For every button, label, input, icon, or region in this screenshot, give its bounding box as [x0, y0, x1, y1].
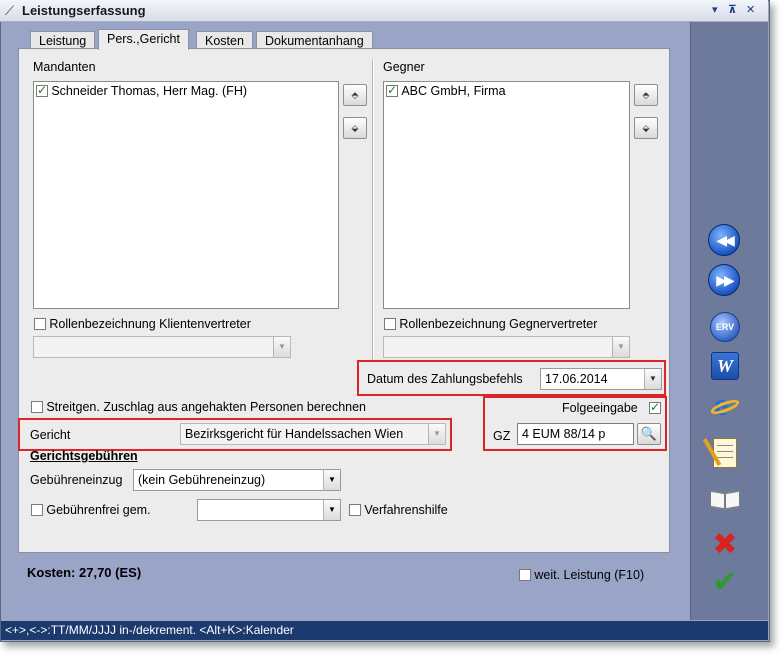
mandant-move-down-button[interactable]: ⬙: [343, 117, 367, 139]
rollen-klient-checkbox[interactable]: [34, 318, 46, 330]
tab-pers-gericht[interactable]: Pers.,Gericht: [98, 29, 189, 50]
gericht-select[interactable]: Bezirksgericht für Handelssachen Wien ▼: [180, 423, 446, 445]
chevron-down-icon[interactable]: ▼: [323, 500, 340, 520]
gebuehreneinzug-select[interactable]: (kein Gebühreneinzug) ▼: [133, 469, 341, 491]
pin-top-icon[interactable]: ⊼: [728, 3, 737, 16]
gz-label: GZ: [493, 429, 511, 443]
gebuehreneinzug-label: Gebühreneinzug: [30, 473, 123, 487]
gebuehrenfrei-select[interactable]: ▼: [197, 499, 341, 521]
list-item[interactable]: Schneider Thomas, Herr Mag. (FH): [36, 83, 248, 98]
streitgen-checkbox[interactable]: [31, 401, 43, 413]
rollen-gegner-label: Rollenbezeichnung Gegnervertreter: [399, 317, 598, 331]
verfahrenshilfe-label: Verfahrenshilfe: [364, 503, 448, 517]
word-button[interactable]: W: [708, 352, 742, 386]
search-icon: 🔍: [640, 426, 658, 441]
rollen-gegner-select[interactable]: ▼: [383, 336, 630, 358]
fast-forward-button[interactable]: ▶▶: [708, 264, 742, 298]
weit-leistung-checkbox-row[interactable]: weit. Leistung (F10): [519, 568, 644, 582]
gericht-label: Gericht: [30, 428, 71, 442]
rollen-klient-label: Rollenbezeichnung Klientenvertreter: [49, 317, 251, 331]
app-icon: ⟋: [5, 3, 15, 18]
weit-leistung-checkbox[interactable]: [519, 569, 531, 581]
internet-explorer-icon: e: [709, 386, 741, 422]
status-text: <+>,<->:TT/MM/JJJJ in-/dekrement. <Alt+K…: [5, 623, 294, 637]
list-item[interactable]: ABC GmbH, Firma: [386, 83, 506, 98]
status-bar: <+>,<->:TT/MM/JJJJ in-/dekrement. <Alt+K…: [1, 621, 768, 640]
kosten-summary: Kosten: 27,70 (ES): [27, 565, 142, 580]
zahlungsbefehl-label: Datum des Zahlungsbefehls: [367, 372, 523, 386]
chevron-down-icon[interactable]: ▼: [428, 424, 445, 444]
mandant-move-up-button[interactable]: ⬘: [343, 84, 367, 106]
mandant-checkbox[interactable]: [36, 83, 48, 97]
tab-leistung[interactable]: Leistung: [30, 31, 96, 49]
mandanten-list[interactable]: [33, 81, 339, 309]
gegner-heading: Gegner: [383, 60, 425, 74]
verfahrenshilfe-checkbox-row[interactable]: Verfahrenshilfe: [349, 503, 448, 517]
rollen-klient-select[interactable]: ▼: [33, 336, 291, 358]
gebuehrenfrei-checkbox[interactable]: [31, 504, 43, 516]
gerichtsgebuehren-heading: Gerichtsgebühren: [30, 449, 138, 463]
mandanten-heading: Mandanten: [33, 60, 96, 74]
fast-forward-icon: ▶▶: [708, 264, 740, 296]
folgeeingabe-label: Folgeeingabe: [562, 401, 638, 415]
notepad-button[interactable]: [702, 438, 742, 472]
gegner-list[interactable]: [383, 81, 630, 309]
calendar-dropdown-icon[interactable]: ▼: [644, 369, 661, 389]
book-icon: [710, 490, 740, 510]
streitgen-checkbox-row[interactable]: Streitgen. Zuschlag aus angehakten Perso…: [31, 400, 366, 414]
rollen-gegner-checkbox[interactable]: [384, 318, 396, 330]
erv-icon: ERV: [710, 312, 740, 342]
mandant-label: Schneider Thomas, Herr Mag. (FH): [51, 84, 248, 98]
rewind-icon: ◀◀: [708, 224, 740, 256]
gegner-checkbox[interactable]: [386, 83, 398, 97]
chevron-down-icon[interactable]: ▼: [273, 337, 290, 357]
gebuehrenfrei-label: Gebührenfrei gem.: [46, 503, 151, 517]
internet-explorer-button[interactable]: e: [708, 386, 742, 426]
confirm-icon: ✔: [712, 566, 738, 599]
gebuehrenfrei-checkbox-row[interactable]: Gebührenfrei gem.: [31, 503, 151, 517]
verfahrenshilfe-checkbox[interactable]: [349, 504, 361, 516]
confirm-button[interactable]: ✔: [708, 568, 742, 602]
book-button[interactable]: [708, 486, 742, 520]
tab-kosten[interactable]: Kosten: [196, 31, 253, 49]
window-title: Leistungserfassung: [22, 3, 146, 18]
tab-dokumentanhang[interactable]: Dokumentanhang: [256, 31, 373, 49]
rollen-gegner-checkbox-row[interactable]: Rollenbezeichnung Gegnervertreter: [384, 317, 597, 331]
erv-button[interactable]: ERV: [708, 312, 742, 346]
gz-input[interactable]: 4 EUM 88/14 p: [517, 423, 634, 445]
gegner-move-down-button[interactable]: ⬙: [634, 117, 658, 139]
folgeeingabe-checkbox[interactable]: [649, 400, 661, 414]
close-icon[interactable]: ✕: [746, 3, 755, 16]
notepad-icon: [702, 438, 737, 468]
chevron-down-icon[interactable]: ▼: [323, 470, 340, 490]
streitgen-label: Streitgen. Zuschlag aus angehakten Perso…: [46, 400, 367, 414]
gz-search-button[interactable]: 🔍: [637, 423, 661, 445]
collapse-down-icon[interactable]: ▾: [712, 3, 718, 16]
column-divider: [372, 60, 374, 360]
word-icon: W: [711, 352, 739, 380]
cancel-button[interactable]: ✖: [708, 530, 742, 564]
rollen-klient-checkbox-row[interactable]: Rollenbezeichnung Klientenvertreter: [34, 317, 251, 331]
weit-leistung-label: weit. Leistung (F10): [534, 568, 645, 582]
cancel-icon: ✖: [712, 528, 738, 561]
rewind-button[interactable]: ◀◀: [708, 224, 742, 258]
gegner-label: ABC GmbH, Firma: [401, 84, 506, 98]
chevron-down-icon[interactable]: ▼: [612, 337, 629, 357]
gegner-move-up-button[interactable]: ⬘: [634, 84, 658, 106]
zahlungsbefehl-date-field[interactable]: 17.06.2014 ▼: [540, 368, 662, 390]
